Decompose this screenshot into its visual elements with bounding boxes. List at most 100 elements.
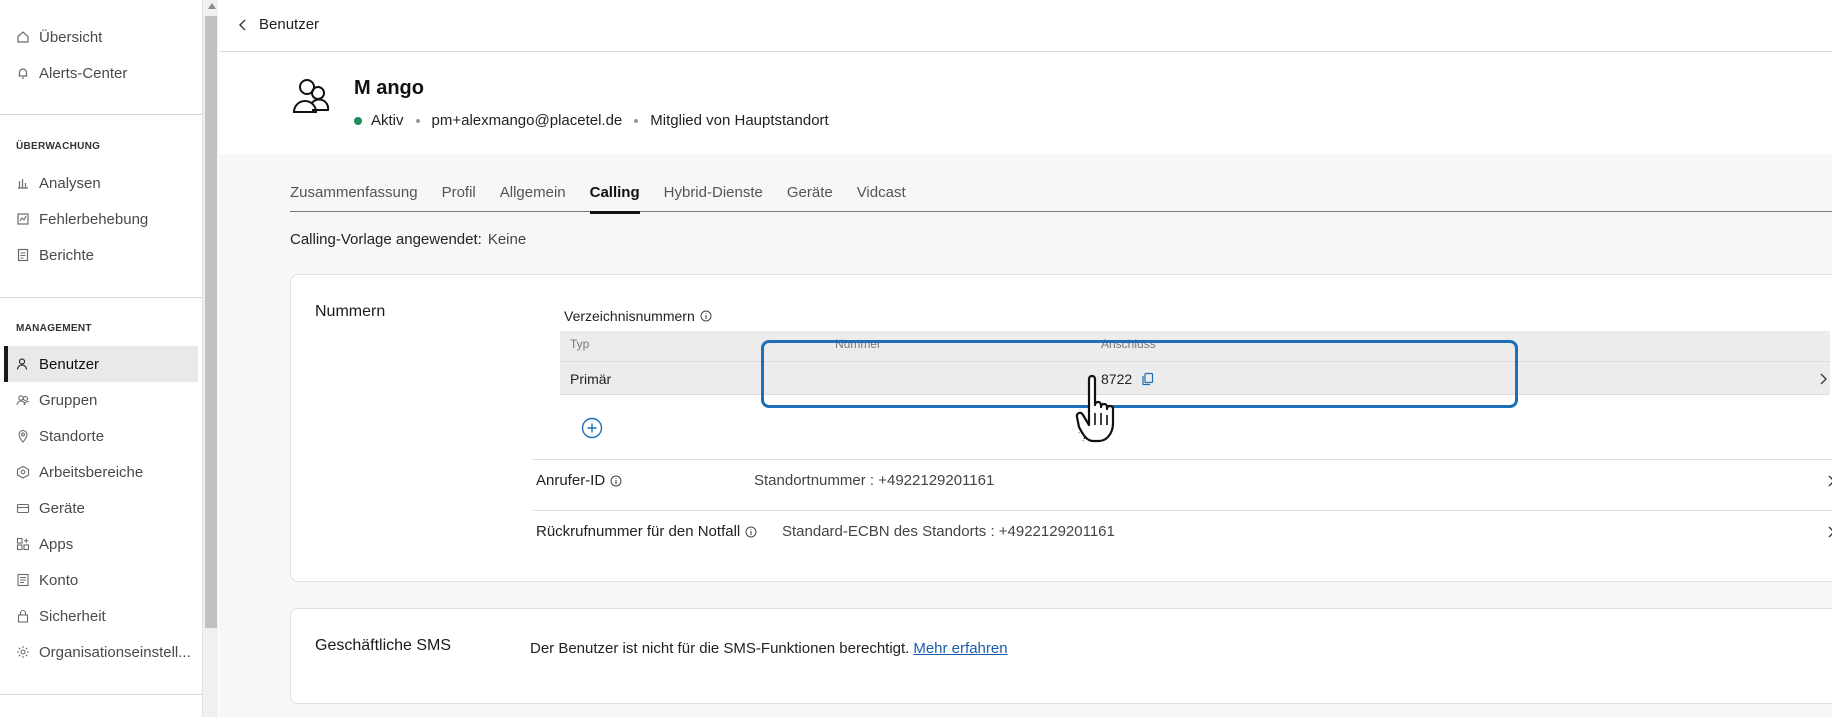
group-icon xyxy=(16,393,30,407)
caller-id-value: Standortnummer : +4922129201161 xyxy=(754,472,995,489)
sidebar-item-standorte[interactable]: Standorte xyxy=(16,421,104,451)
back-label: Benutzer xyxy=(259,16,320,33)
callback-value: Standard-ECBN des Standorts : +492212920… xyxy=(782,523,1115,540)
info-icon[interactable] xyxy=(745,526,757,538)
sidebar-item-benutzer[interactable]: Benutzer xyxy=(16,349,99,379)
sidebar-item-label: Benutzer xyxy=(39,355,100,373)
scroll-up-arrow-icon[interactable] xyxy=(208,3,216,9)
cell-type: Primär xyxy=(570,371,612,387)
tab-hybrid-dienste[interactable]: Hybrid-Dienste xyxy=(664,184,763,212)
sidebar-item-label: Konto xyxy=(39,571,79,589)
sms-text: Der Benutzer ist nicht für die SMS-Funkt… xyxy=(530,640,1008,657)
tab-calling[interactable]: Calling xyxy=(589,184,640,214)
sidebar-item-label: Arbeitsbereiche xyxy=(39,463,144,481)
chevron-right-icon[interactable] xyxy=(1826,474,1832,488)
chevron-right-icon[interactable] xyxy=(1826,525,1832,539)
section-monitoring: ÜBERWACHUNG xyxy=(16,141,101,152)
sidebar-item-arbeitsbereiche[interactable]: Arbeitsbereiche xyxy=(16,457,143,487)
sidebar-item-label: Berichte xyxy=(39,246,95,264)
troubleshoot-icon xyxy=(16,212,30,226)
chevron-left-icon xyxy=(239,19,246,30)
main-content: Benutzer M ango Aktiv pm+alexmango@place… xyxy=(219,0,1832,717)
template-label: Calling-Vorlage angewendet: xyxy=(290,231,482,248)
user-meta: Aktiv pm+alexmango@placetel.de Mitglied … xyxy=(354,112,829,129)
sidebar-item-label: Standorte xyxy=(39,427,105,445)
divider xyxy=(533,510,1832,511)
back-link[interactable]: Benutzer xyxy=(237,16,319,33)
user-icon xyxy=(16,357,30,371)
sidebar-item-label: Fehlerbehebung xyxy=(39,210,149,228)
sidebar-item-konto[interactable]: Konto xyxy=(16,565,78,595)
sidebar-divider xyxy=(0,297,202,298)
sidebar-item-berichte[interactable]: Berichte xyxy=(16,240,94,270)
top-bar: Benutzer xyxy=(219,0,1832,52)
bar-chart-icon xyxy=(16,176,30,190)
user-header: M ango Aktiv pm+alexmango@placetel.de Mi… xyxy=(219,52,1832,154)
sidebar-item-label: Gruppen xyxy=(39,391,98,409)
info-icon[interactable] xyxy=(700,310,712,322)
chevron-right-icon[interactable] xyxy=(1818,372,1828,386)
tab-geraete[interactable]: Geräte xyxy=(787,184,833,212)
sidebar-item-gruppen[interactable]: Gruppen xyxy=(16,385,97,415)
sidebar-item-label: Organisationseinstell... xyxy=(39,643,191,661)
add-number-button[interactable] xyxy=(581,417,603,439)
apps-icon xyxy=(16,537,30,551)
hand-cursor-icon xyxy=(1075,374,1115,443)
tab-bar: Zusammenfassung Profil Allgemein Calling… xyxy=(290,184,1832,214)
scrollbar-thumb[interactable] xyxy=(205,16,217,628)
separator-dot xyxy=(634,118,639,123)
tab-zusammenfassung[interactable]: Zusammenfassung xyxy=(290,184,418,212)
bell-icon xyxy=(16,66,30,80)
sms-description: Der Benutzer ist nicht für die SMS-Funkt… xyxy=(530,640,910,657)
status-dot-icon xyxy=(354,116,362,125)
account-icon xyxy=(16,573,30,587)
sidebar-item-sicherheit[interactable]: Sicherheit xyxy=(16,601,106,631)
sidebar-scrollbar[interactable] xyxy=(202,0,218,717)
divider xyxy=(533,459,1832,460)
sidebar-item-geraete[interactable]: Geräte xyxy=(16,493,85,523)
location-pin-icon xyxy=(16,429,30,443)
sidebar-item-uebersicht[interactable]: Übersicht xyxy=(16,22,102,52)
user-membership: Mitglied von Hauptstandort xyxy=(650,112,829,129)
tab-vidcast[interactable]: Vidcast xyxy=(857,184,906,212)
sidebar-item-fehlerbehebung[interactable]: Fehlerbehebung xyxy=(16,204,148,234)
group-avatar-icon xyxy=(292,79,330,113)
template-value: Keine xyxy=(487,231,527,248)
home-icon xyxy=(16,30,30,44)
numbers-card: Nummern Verzeichnisnummern Typ Nummer An… xyxy=(290,274,1832,582)
sidebar-item-label: Apps xyxy=(39,535,74,553)
callback-label: Rückrufnummer für den Notfall xyxy=(536,523,757,540)
caller-id-label: Anrufer-ID xyxy=(536,472,622,489)
sidebar-item-apps[interactable]: Apps xyxy=(16,529,73,559)
device-icon xyxy=(16,501,30,515)
column-header-typ: Typ xyxy=(570,337,590,351)
sidebar-item-analysen[interactable]: Analysen xyxy=(16,168,101,198)
sidebar-item-label: Alerts-Center xyxy=(39,64,128,82)
learn-more-link[interactable]: Mehr erfahren xyxy=(913,640,1007,657)
lock-icon xyxy=(16,609,30,623)
tab-profil[interactable]: Profil xyxy=(442,184,476,212)
sidebar-item-alerts-center[interactable]: Alerts-Center xyxy=(16,58,127,88)
tab-allgemein[interactable]: Allgemein xyxy=(500,184,566,212)
sms-title: Geschäftliche SMS xyxy=(315,637,452,654)
sidebar-item-label: Analysen xyxy=(39,174,101,192)
sidebar-item-organisationseinstellungen[interactable]: Organisationseinstell... xyxy=(16,637,191,667)
caller-id-label-text: Anrufer-ID xyxy=(536,472,606,489)
section-management: MANAGEMENT xyxy=(16,323,92,334)
sidebar-item-label: Geräte xyxy=(39,499,85,517)
calling-template: Calling-Vorlage angewendet: Keine xyxy=(290,231,526,248)
caller-id-row[interactable]: Anrufer-ID Standortnummer : +49221292011… xyxy=(536,470,1832,494)
workspace-icon xyxy=(16,465,30,479)
callback-label-text: Rückrufnummer für den Notfall xyxy=(536,523,741,540)
sidebar-item-label: Übersicht xyxy=(39,28,103,46)
sidebar: Übersicht Alerts-Center ÜBERWACHUNG Anal… xyxy=(0,0,202,717)
info-icon[interactable] xyxy=(610,475,622,487)
emergency-callback-row[interactable]: Rückrufnummer für den Notfall Standard-E… xyxy=(536,521,1832,545)
directory-numbers-heading: Verzeichnisnummern xyxy=(564,308,712,324)
page-title: M ango xyxy=(354,77,424,99)
status-badge: Aktiv xyxy=(371,112,404,129)
gear-icon xyxy=(16,645,30,659)
sidebar-divider xyxy=(0,114,202,115)
sms-card: Geschäftliche SMS Der Benutzer ist nicht… xyxy=(290,608,1832,704)
numbers-title: Nummern xyxy=(315,303,386,320)
